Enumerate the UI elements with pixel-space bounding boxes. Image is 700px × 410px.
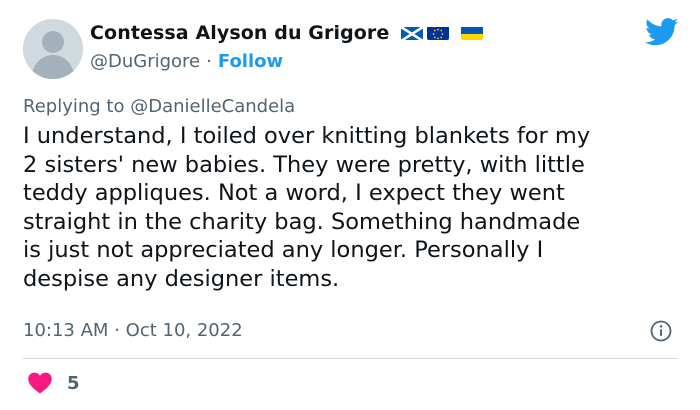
handle-row: @DuGrigore · Follow [90,51,283,72]
default-avatar-icon [23,19,83,79]
flag-emojis [401,26,484,40]
heart-icon[interactable] [27,372,53,394]
separator-dot: · [206,51,212,72]
eu-flag-icon [427,26,450,40]
ukraine-flag-icon [461,26,484,40]
like-action[interactable]: 5 [27,372,80,394]
scotland-flag-icon [401,26,424,40]
tweet-text-line: despise any designer items. [23,265,340,292]
tweet-date: Oct 10, 2022 [125,320,243,341]
info-icon[interactable] [650,320,672,342]
replying-to-label: Replying to [23,96,125,117]
author-display-name[interactable]: Contessa Alyson du Grigore [90,22,389,44]
replying-to: Replying to @DanielleCandela [23,96,295,117]
replying-to-handle[interactable]: @DanielleCandela [130,96,295,117]
divider [23,358,678,359]
tweet-text-line: teddy appliques. Not a word, I expect th… [23,180,565,206]
tweet-text-line: straight in the charity bag. Something h… [23,208,581,235]
like-count: 5 [67,372,80,394]
author-handle[interactable]: @DuGrigore [90,51,200,72]
tweet-time: 10:13 AM [23,320,109,341]
tweet-text: I understand, I toiled over knitting bla… [23,122,683,293]
tweet-timestamp[interactable]: 10:13 AM · Oct 10, 2022 [23,320,243,341]
twitter-bird-icon[interactable] [645,18,679,46]
follow-link[interactable]: Follow [218,51,283,72]
timestamp-separator: · [114,320,120,341]
tweet-text-line: is just not appreciated any longer. Pers… [23,237,544,263]
author-name-row: Contessa Alyson du Grigore [90,22,484,44]
avatar[interactable] [23,19,83,79]
tweet-text-line: I understand, I toiled over knitting bla… [23,123,591,149]
tweet-text-line: 2 sisters' new babies. They were pretty,… [23,151,585,178]
